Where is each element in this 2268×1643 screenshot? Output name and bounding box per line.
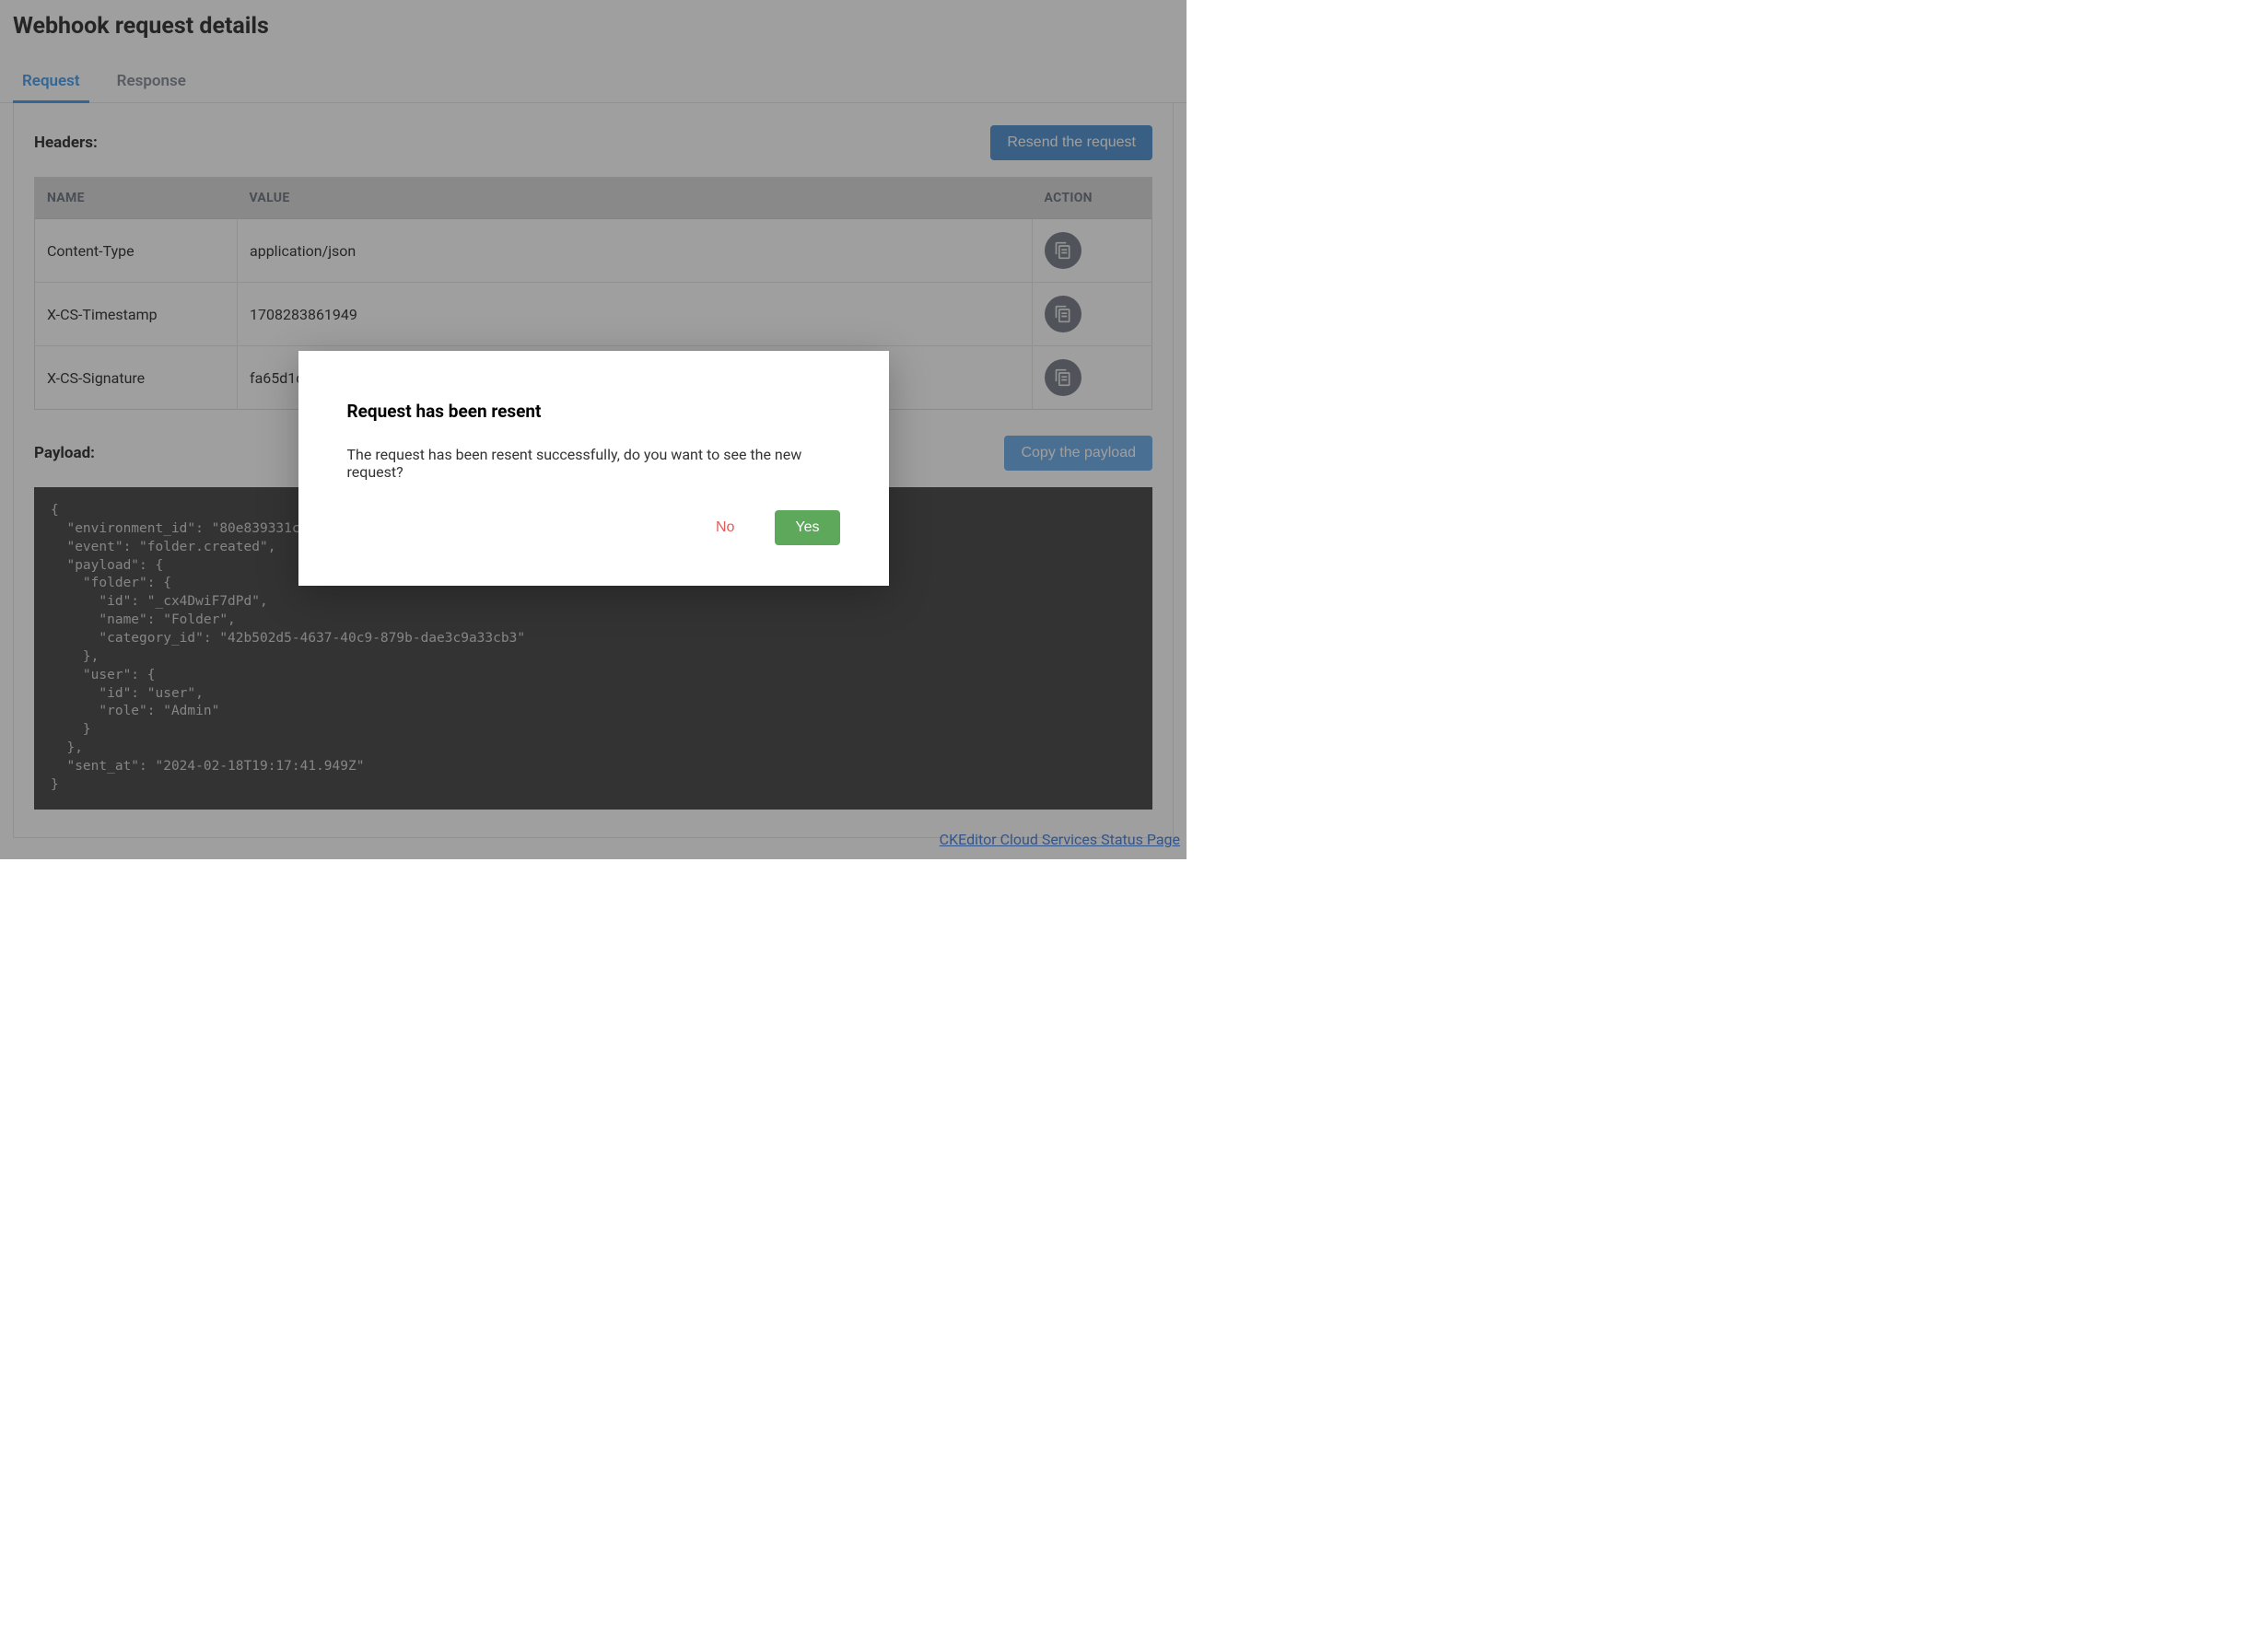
modal-title: Request has been resent — [347, 401, 840, 422]
modal-yes-button[interactable]: Yes — [775, 510, 839, 545]
modal-body: The request has been resent successfully… — [347, 446, 840, 481]
modal-overlay[interactable]: Request has been resent The request has … — [0, 0, 1187, 859]
modal-dialog: Request has been resent The request has … — [298, 351, 889, 586]
modal-no-button[interactable]: No — [703, 510, 747, 545]
modal-actions: No Yes — [347, 510, 840, 545]
